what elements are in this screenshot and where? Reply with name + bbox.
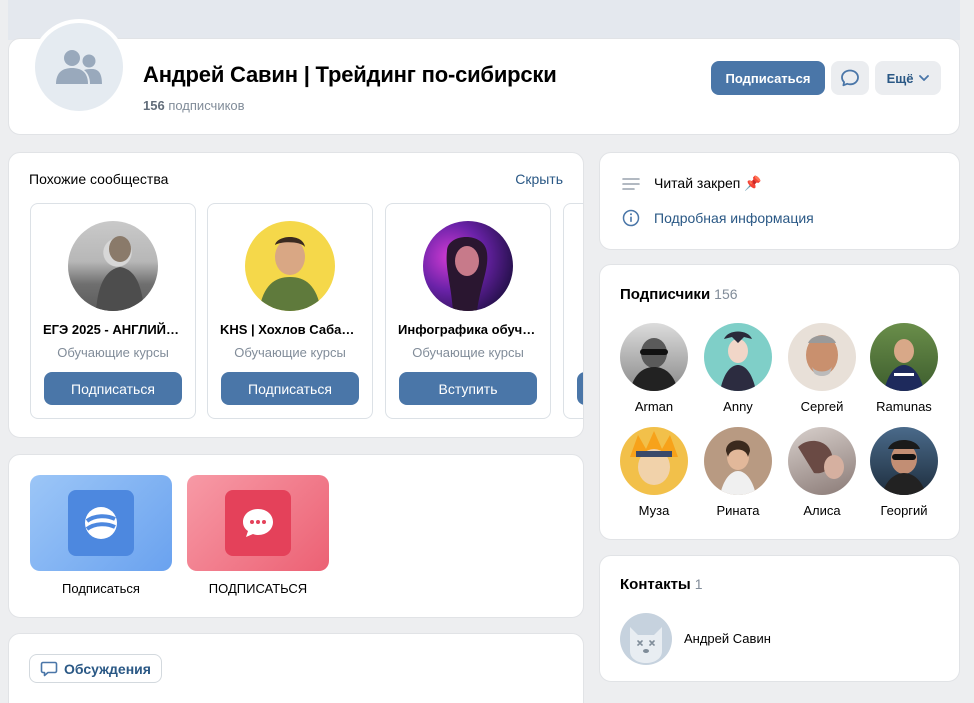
message-icon bbox=[841, 69, 859, 87]
contact-avatar[interactable] bbox=[620, 613, 672, 665]
community-avatar[interactable] bbox=[31, 19, 127, 115]
follower-avatar[interactable] bbox=[620, 427, 688, 495]
follower-avatar[interactable] bbox=[704, 323, 772, 391]
follower-avatar[interactable] bbox=[870, 323, 938, 391]
chevron-down-icon bbox=[919, 75, 930, 81]
similar-card[interactable]: Инфографика обучение Обучающие курсы Вст… bbox=[385, 203, 551, 419]
subscribers-count[interactable]: 156 подписчиков bbox=[143, 98, 245, 113]
follower-name[interactable]: Георгий bbox=[864, 503, 944, 518]
text-lines-icon bbox=[622, 177, 640, 190]
widget-label[interactable]: ПОДПИСАТЬСЯ bbox=[187, 581, 329, 596]
similar-card[interactable]: ЕГЭ 2025 - АНГЛИЙСКИЙ Обучающие курсы По… bbox=[30, 203, 196, 419]
contacts-title[interactable]: Контакты 1 bbox=[620, 576, 703, 593]
follower-name[interactable]: Ramunas bbox=[864, 399, 944, 414]
follower-item[interactable]: Anny bbox=[698, 323, 778, 414]
widget-app-icon bbox=[68, 490, 134, 556]
contacts-count: 1 bbox=[694, 576, 703, 592]
details-link[interactable]: Подробная информация bbox=[654, 210, 814, 226]
details-row[interactable]: Подробная информация bbox=[622, 209, 814, 227]
followers-block: Подписчики 156 Arman Anny Сергей Ramunas … bbox=[599, 264, 960, 540]
community-avatar[interactable] bbox=[245, 221, 335, 311]
community-category: Обучающие курсы bbox=[234, 345, 346, 360]
followers-count: 156 bbox=[714, 286, 738, 302]
follower-item[interactable]: Георгий bbox=[864, 427, 944, 518]
pushpin-icon: 📌 bbox=[744, 175, 762, 191]
community-avatar[interactable] bbox=[423, 221, 513, 311]
follower-name[interactable]: Anny bbox=[698, 399, 778, 414]
followers-title[interactable]: Подписчики 156 bbox=[620, 286, 738, 303]
cover-banner bbox=[8, 0, 960, 40]
contact-name[interactable]: Андрей Савин bbox=[684, 631, 771, 646]
hide-link[interactable]: Скрыть bbox=[515, 171, 563, 187]
similar-card[interactable] bbox=[563, 203, 583, 419]
section-title: Похожие сообщества bbox=[29, 171, 169, 187]
follower-item[interactable]: Arman bbox=[614, 323, 694, 414]
follower-avatar[interactable] bbox=[704, 427, 772, 495]
pinned-post-row[interactable]: Читай закреп 📌 bbox=[622, 175, 762, 192]
community-name[interactable]: KHS | Хохлов Сабатовский bbox=[220, 322, 360, 337]
follower-name[interactable]: Сергей bbox=[782, 399, 862, 414]
comment-icon bbox=[40, 661, 58, 676]
follower-item[interactable]: Алиса bbox=[782, 427, 862, 518]
follower-avatar[interactable] bbox=[870, 427, 938, 495]
community-category: Обучающие курсы bbox=[57, 345, 169, 360]
follower-name[interactable]: Алиса bbox=[782, 503, 862, 518]
subscribe-button[interactable]: Подписаться bbox=[221, 372, 359, 405]
widget-subscribe-tile[interactable] bbox=[187, 475, 329, 571]
contacts-block: Контакты 1 Андрей Савин bbox=[599, 555, 960, 682]
app-widgets: Подписаться ПОДПИСАТЬСЯ bbox=[8, 454, 584, 618]
widget-subscribe-tile[interactable] bbox=[30, 475, 172, 571]
follower-item[interactable]: Рината bbox=[698, 427, 778, 518]
community-name[interactable]: Инфографика обучение bbox=[398, 322, 538, 337]
similar-card[interactable]: KHS | Хохлов Сабатовский Обучающие курсы… bbox=[207, 203, 373, 419]
follower-avatar[interactable] bbox=[788, 323, 856, 391]
deactivated-dog-icon bbox=[630, 627, 662, 663]
chat-bubble-icon bbox=[225, 490, 291, 556]
follower-item[interactable]: Ramunas bbox=[864, 323, 944, 414]
follower-name[interactable]: Arman bbox=[614, 399, 694, 414]
follower-avatar[interactable] bbox=[620, 323, 688, 391]
community-category: Обучающие курсы bbox=[412, 345, 524, 360]
discussions-block: Обсуждения bbox=[8, 633, 584, 703]
follower-name[interactable]: Рината bbox=[698, 503, 778, 518]
discussions-label: Обсуждения bbox=[64, 660, 151, 677]
more-label: Ещё bbox=[886, 70, 914, 86]
message-button[interactable] bbox=[831, 61, 869, 95]
info-icon bbox=[622, 209, 640, 227]
community-header: Андрей Савин | Трейдинг по-сибирски 156 … bbox=[8, 19, 960, 135]
widget-label[interactable]: Подписаться bbox=[30, 581, 172, 596]
discussions-button[interactable]: Обсуждения bbox=[29, 654, 162, 683]
subscribe-button[interactable] bbox=[577, 372, 583, 405]
follower-item[interactable]: Сергей bbox=[782, 323, 862, 414]
more-button[interactable]: Ещё bbox=[875, 61, 941, 95]
page-title: Андрей Савин | Трейдинг по-сибирски bbox=[143, 62, 557, 87]
similar-communities: Похожие сообщества Скрыть ЕГЭ 2025 - АНГ… bbox=[8, 152, 584, 438]
follower-avatar[interactable] bbox=[788, 427, 856, 495]
users-icon bbox=[56, 50, 102, 84]
follower-item[interactable]: Муза bbox=[614, 427, 694, 518]
subscribe-button[interactable]: Подписаться bbox=[711, 61, 825, 95]
subscribe-button[interactable]: Подписаться bbox=[44, 372, 182, 405]
join-button[interactable]: Вступить bbox=[399, 372, 537, 405]
community-name[interactable]: ЕГЭ 2025 - АНГЛИЙСКИЙ bbox=[43, 322, 183, 337]
community-avatar[interactable] bbox=[68, 221, 158, 311]
pinned-text: Читай закреп bbox=[654, 175, 741, 191]
info-block: Читай закреп 📌 Подробная информация bbox=[599, 152, 960, 250]
follower-name[interactable]: Муза bbox=[614, 503, 694, 518]
